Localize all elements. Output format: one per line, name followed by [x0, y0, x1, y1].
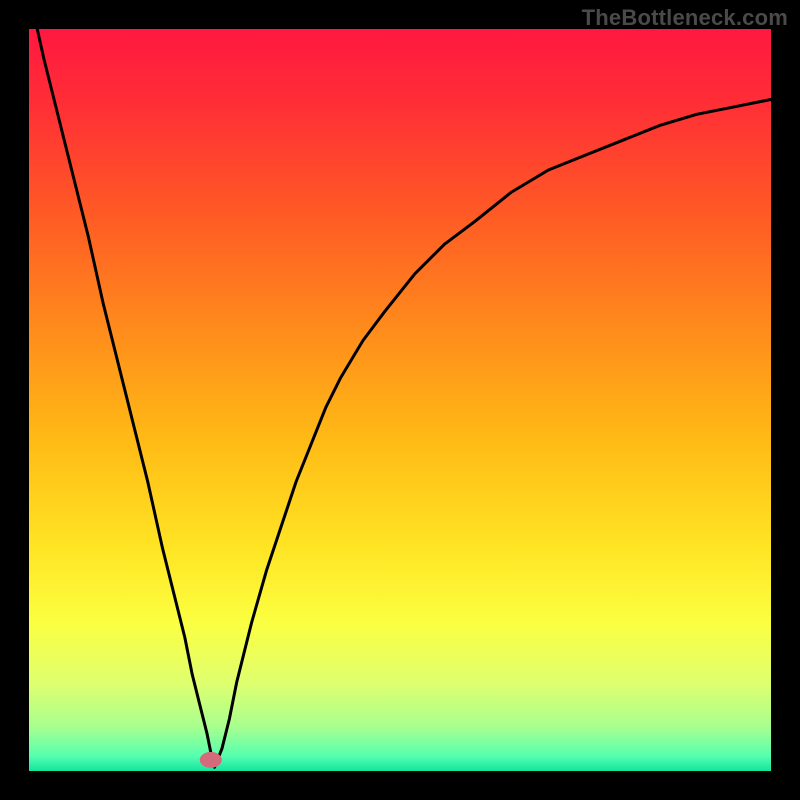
bottleneck-curve [29, 29, 771, 767]
minimum-marker [200, 752, 222, 768]
plot-area [29, 29, 771, 771]
chart-frame: TheBottleneck.com [0, 0, 800, 800]
curve-layer [29, 29, 771, 771]
watermark-text: TheBottleneck.com [582, 5, 788, 31]
